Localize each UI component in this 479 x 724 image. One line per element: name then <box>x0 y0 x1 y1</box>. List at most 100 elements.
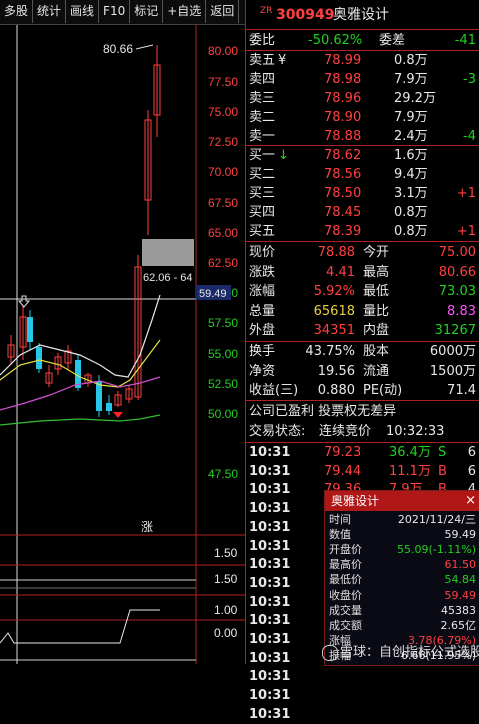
sub-axis-label: 1.50 <box>214 572 238 586</box>
toolbar-back-button[interactable]: 返回 <box>206 0 240 23</box>
sells-row: 卖三 78.96 29.2万 <box>246 89 479 108</box>
buys-price: 78.56 <box>324 167 362 182</box>
popup-row-label: 成交额 <box>329 618 362 632</box>
buys-price: 78.62 <box>324 148 362 163</box>
stat-value: 78.88 <box>317 245 355 260</box>
tick-row[interactable]: 10:31 79.23 36.4万 S 6 <box>246 443 479 462</box>
stat-row: 外盘 34351 内盘 31267 <box>246 321 479 340</box>
sells-volume: 7.9万 <box>394 110 428 125</box>
popup-row: 数值 59.49 <box>325 528 479 543</box>
buys-price: 78.45 <box>324 205 362 220</box>
stat-row: 涨跌 4.41 最高 80.66 <box>246 263 479 282</box>
stat-label: 涨幅 <box>249 284 276 299</box>
stat-value: 31267 <box>434 323 476 338</box>
tick-time: 10:31 <box>249 594 291 610</box>
trade-status-label: 交易状态: <box>249 424 306 439</box>
buys-level-label: 买五 <box>249 224 276 239</box>
stat-label: 总量 <box>249 303 276 319</box>
toolbar-f10-button[interactable]: F10 <box>99 0 131 23</box>
watermark: 雪球：自创指标公式选股 <box>322 641 479 661</box>
sub-axis-label: 1.50 <box>214 546 238 560</box>
toolbar-add-watchlist-button[interactable]: +自选 <box>163 0 207 23</box>
tick-time: 10:31 <box>249 519 291 535</box>
stat-label: 涨跌 <box>249 264 276 280</box>
buys-row: 买五 78.39 0.8万 +1 <box>246 222 479 241</box>
popup-row-label: 收盘价 <box>329 588 362 602</box>
y-axis-label: 80.00 <box>208 44 238 58</box>
popup-row: 开盘价 55.09(-1.11%) <box>325 543 479 558</box>
tick-volume: 36.4万 <box>389 445 431 460</box>
stat-value: 43.75% <box>305 344 355 359</box>
stat-label: 今开 <box>363 245 390 260</box>
range-box <box>142 239 194 266</box>
stat-label: 流通 <box>363 363 390 379</box>
stat-value: 0.880 <box>317 383 355 398</box>
ma-line-green <box>0 414 161 426</box>
y-axis-label: 57.50 <box>208 316 238 330</box>
buys-row: 买三 78.50 3.1万 +1 <box>246 184 479 203</box>
stat-label: PE(动) <box>363 383 403 398</box>
sells-delta: -4 <box>463 129 476 144</box>
toolbar-multi-stock-button[interactable]: 多股 <box>0 0 34 23</box>
toolbar-draw-line-button[interactable]: 画线 <box>66 0 100 23</box>
stat-label: 最高 <box>363 264 390 280</box>
toolbar-mark-button[interactable]: 标记 <box>130 0 164 23</box>
popup-row-label: 数值 <box>329 528 351 542</box>
y-axis-label: 62.50 <box>208 256 238 270</box>
toolbar-statistics-button[interactable]: 统计 <box>33 0 67 23</box>
popup-header[interactable]: 奥雅设计 × <box>325 491 479 511</box>
tick-row[interactable]: 10:31 <box>246 686 479 705</box>
kline-chart[interactable]: 80.00 77.50 75.00 72.50 70.00 67.50 65.0… <box>0 25 245 664</box>
sells-level-label: 卖五 <box>249 53 276 68</box>
y-axis-label: 72.50 <box>208 135 238 149</box>
buys-volume: 0.8万 <box>394 224 428 239</box>
tick-direction: B <box>438 463 447 479</box>
profit-status-text: 公司已盈利 投票权无差异 <box>249 404 397 419</box>
stat-label: 最低 <box>363 284 390 299</box>
order-ratio-row: 委比 -50.62% 委差 -41 <box>246 30 479 51</box>
candle-info-popup[interactable]: 奥雅设计 × 时间 2021/11/24/三 数值 59.49 开盘价 55.09(-1.… <box>324 490 479 666</box>
stat-value: 19.56 <box>317 363 355 379</box>
tick-row[interactable]: 10:31 <box>246 667 479 686</box>
tick-time: 10:31 <box>249 557 291 573</box>
buys-volume: 9.4万 <box>394 167 428 182</box>
stock-badge: ZR <box>260 6 273 16</box>
red-arrow-marker-icon <box>113 412 123 418</box>
popup-row-label: 最高价 <box>329 558 362 572</box>
popup-row-value: 59.49 <box>444 528 477 542</box>
popup-row-label: 成交量 <box>329 603 362 617</box>
sells-delta: -3 <box>463 72 476 87</box>
tick-row[interactable]: 10:31 <box>246 705 479 724</box>
diff-label: 委差 <box>379 33 406 48</box>
sells-row: 卖五 ¥78.99 0.8万 <box>246 51 479 70</box>
close-icon[interactable]: × <box>465 491 476 511</box>
sells-level-label: 卖四 <box>249 72 276 87</box>
stat-value: 8.83 <box>447 303 476 319</box>
tick-row[interactable]: 10:31 79.44 11.1万 B 6 <box>246 462 479 481</box>
buys-volume: 3.1万 <box>394 186 428 201</box>
sells-price: 78.98 <box>324 72 362 87</box>
stat-value: 71.4 <box>447 383 476 398</box>
stat-label: 外盘 <box>249 323 276 338</box>
stat-value: 65618 <box>313 303 355 319</box>
popup-row-value: 59.49 <box>444 588 477 602</box>
stock-header: ZR 300949 奥雅设计 <box>246 3 479 27</box>
ratio-value: -50.62% <box>308 33 363 48</box>
sells-volume: 2.4万 <box>394 129 428 144</box>
trade-status-time: 10:32:33 <box>386 424 445 439</box>
stat-label: 净资 <box>249 363 276 379</box>
tick-time: 10:31 <box>249 501 291 517</box>
stat-row: 换手 43.75% 股本 6000万 <box>246 342 479 361</box>
y-axis-label: 50.00 <box>208 407 238 421</box>
stat-row: 收益(三) 0.880 PE(动) 71.4 <box>246 381 479 400</box>
tick-time: 10:31 <box>249 613 291 629</box>
buys-level-label: 买二 <box>249 167 276 182</box>
sells-level-label: 卖二 <box>249 110 276 125</box>
buys-row: 买二 78.56 9.4万 <box>246 165 479 184</box>
popup-row: 时间 2021/11/24/三 <box>325 513 479 528</box>
tick-time: 10:31 <box>249 669 291 685</box>
popup-row-value: 45383 <box>441 603 476 617</box>
buys-price: 78.50 <box>324 186 362 201</box>
buys-delta: +1 <box>456 224 476 239</box>
y-axis-label: 65.00 <box>208 226 238 240</box>
